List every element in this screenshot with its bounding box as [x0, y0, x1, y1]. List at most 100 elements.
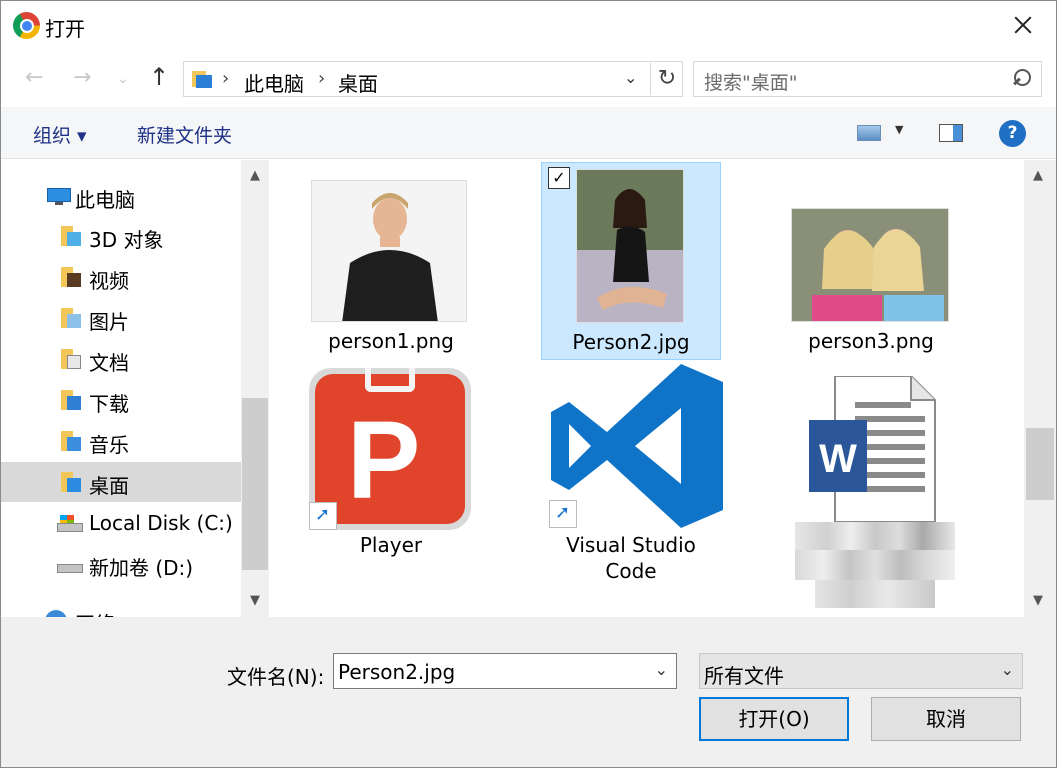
- network-icon: [45, 610, 67, 617]
- file-type-select[interactable]: 所有文件 ⌄: [699, 653, 1023, 689]
- sidebar-item-music[interactable]: 音乐: [1, 421, 241, 461]
- file-name: Person2.jpg: [572, 330, 690, 354]
- sidebar-item-label: 音乐: [89, 433, 129, 457]
- chrome-icon: [13, 12, 40, 39]
- sidebar-item-label: 桌面: [89, 474, 129, 498]
- open-button[interactable]: 打开(O): [699, 697, 849, 741]
- pictures-folder-icon: [61, 308, 81, 328]
- scroll-up-icon[interactable]: ▲: [241, 164, 269, 188]
- image-thumbnail: [311, 180, 467, 322]
- navigation-bar: ← → ⌄ ↑ › 此电脑 › 桌面 ⌄ ↻ 搜索"桌面": [1, 51, 1056, 107]
- forward-arrow-icon[interactable]: →: [73, 65, 91, 90]
- help-icon[interactable]: ?: [999, 120, 1026, 147]
- cancel-button[interactable]: 取消: [871, 697, 1021, 741]
- search-input[interactable]: 搜索"桌面": [693, 61, 1042, 97]
- local-disk-icon: [57, 513, 83, 533]
- scroll-up-icon[interactable]: ▲: [1024, 164, 1052, 188]
- sidebar-item-label: 3D 对象: [89, 228, 164, 252]
- sidebar-item-network[interactable]: 网络: [1, 600, 241, 617]
- sidebar-item-drive-d[interactable]: 新加卷 (D:): [1, 544, 241, 584]
- scrollbar-thumb[interactable]: [1026, 428, 1054, 500]
- title-bar: 打开: [1, 1, 1056, 51]
- search-placeholder: 搜索"桌面": [704, 72, 798, 94]
- breadcrumb-this-pc[interactable]: 此电脑: [244, 68, 304, 97]
- command-toolbar: 组织 ▾ 新建文件夹 ▼ ?: [1, 107, 1056, 159]
- sidebar-item-label: 网络: [75, 608, 115, 617]
- person-thumbnail-image: [312, 181, 466, 321]
- sidebar-item-downloads[interactable]: 下载: [1, 380, 241, 420]
- recent-locations-chevron-icon[interactable]: ⌄: [117, 71, 129, 87]
- new-folder-button[interactable]: 新建文件夹: [137, 121, 232, 148]
- file-item-word-document[interactable]: W: [781, 362, 961, 608]
- address-bar[interactable]: › 此电脑 › 桌面 ⌄ ↻: [183, 61, 683, 97]
- sidebar-item-pictures[interactable]: 图片: [1, 298, 241, 338]
- drive-icon: [57, 554, 83, 574]
- sidebar-item-3d-objects[interactable]: 3D 对象: [1, 216, 241, 256]
- sidebar-item-label: 视频: [89, 269, 129, 293]
- folder-3d-icon: [61, 226, 81, 246]
- sidebar-item-label: Local Disk (C:): [89, 511, 233, 535]
- desktop-folder-icon: [61, 472, 81, 492]
- scrollbar-thumb[interactable]: [242, 398, 268, 570]
- file-item-person2[interactable]: ✓ Person2.jpg: [541, 162, 721, 360]
- documents-folder-icon: [61, 349, 81, 369]
- file-name: Player: [359, 533, 423, 557]
- file-list-scrollbar[interactable]: ▲ ▼: [1024, 160, 1056, 617]
- sidebar-item-this-pc[interactable]: 此电脑: [1, 176, 241, 216]
- preview-pane-icon[interactable]: [939, 124, 963, 142]
- breadcrumb-separator-icon[interactable]: ›: [222, 68, 229, 89]
- view-options-caret-icon[interactable]: ▼: [895, 123, 903, 136]
- breadcrumb-separator-icon[interactable]: ›: [318, 68, 325, 89]
- change-view-icon[interactable]: [857, 125, 881, 141]
- image-thumbnail: [791, 208, 949, 322]
- person-thumbnail-image: [792, 209, 948, 321]
- file-name: person3.png: [808, 329, 934, 353]
- file-list: person1.png ✓ Person2.jpg person3.png P …: [271, 160, 1024, 617]
- desktop-folder-icon: [192, 69, 214, 89]
- close-button[interactable]: [1001, 7, 1045, 43]
- breadcrumb-desktop[interactable]: 桌面: [338, 68, 378, 97]
- chevron-down-icon[interactable]: ⌄: [624, 68, 637, 87]
- file-item-person1[interactable]: person1.png: [301, 170, 481, 360]
- navigation-pane: 此电脑 3D 对象 视频 图片 文档 下载 音乐 桌面 Local Disk (…: [1, 160, 269, 617]
- scroll-down-icon[interactable]: ▼: [241, 589, 269, 613]
- filename-input[interactable]: Person2.jpg ⌄: [333, 653, 677, 689]
- sidebar-item-desktop[interactable]: 桌面: [1, 462, 241, 502]
- sidebar-item-label: 文档: [89, 351, 129, 375]
- person-thumbnail-image: [577, 170, 683, 322]
- file-name: person1.png: [328, 329, 454, 353]
- chevron-down-icon[interactable]: ⌄: [655, 660, 668, 679]
- sidebar-item-label: 下载: [89, 392, 129, 416]
- blurred-file-name: [795, 514, 955, 614]
- file-item-person3[interactable]: person3.png: [781, 170, 961, 360]
- window-title: 打开: [45, 17, 85, 41]
- filename-label: 文件名(N):: [227, 665, 325, 689]
- up-arrow-icon[interactable]: ↑: [149, 63, 169, 91]
- sidebar-item-documents[interactable]: 文档: [1, 339, 241, 379]
- organize-button[interactable]: 组织 ▾: [33, 121, 87, 148]
- dialog-footer: 文件名(N): Person2.jpg ⌄ 所有文件 ⌄ 打开(O) 取消: [1, 617, 1056, 767]
- image-thumbnail: [576, 169, 684, 323]
- scroll-down-icon[interactable]: ▼: [1024, 589, 1052, 613]
- sidebar-item-label: 此电脑: [75, 188, 135, 212]
- sidebar-item-label: 图片: [89, 310, 129, 334]
- chevron-down-icon[interactable]: ⌄: [1001, 660, 1014, 679]
- file-item-vscode-shortcut[interactable]: Visual Studio Code: [541, 362, 723, 592]
- refresh-icon[interactable]: ↻: [650, 63, 683, 95]
- sidebar-item-videos[interactable]: 视频: [1, 257, 241, 297]
- sidebar-item-local-disk-c[interactable]: Local Disk (C:): [1, 503, 241, 543]
- sidebar-scrollbar[interactable]: ▲ ▼: [241, 160, 269, 617]
- sidebar-item-label: 新加卷 (D:): [89, 556, 194, 580]
- music-folder-icon: [61, 431, 81, 451]
- file-name-line1: Visual Studio: [566, 533, 696, 557]
- file-item-player-shortcut[interactable]: P Player: [301, 362, 481, 562]
- back-arrow-icon[interactable]: ←: [25, 65, 43, 90]
- file-type-value: 所有文件: [704, 664, 784, 688]
- selection-checkbox[interactable]: ✓: [548, 167, 570, 189]
- file-open-dialog: 打开 ← → ⌄ ↑ › 此电脑 › 桌面 ⌄ ↻ 搜索"桌面" 组织 ▾ 新建…: [0, 0, 1057, 768]
- filename-value: Person2.jpg: [338, 660, 456, 684]
- word-document-icon: W: [809, 376, 936, 522]
- shortcut-arrow-icon: [309, 502, 337, 530]
- search-icon[interactable]: [1011, 69, 1031, 89]
- shortcut-arrow-icon: [549, 500, 577, 528]
